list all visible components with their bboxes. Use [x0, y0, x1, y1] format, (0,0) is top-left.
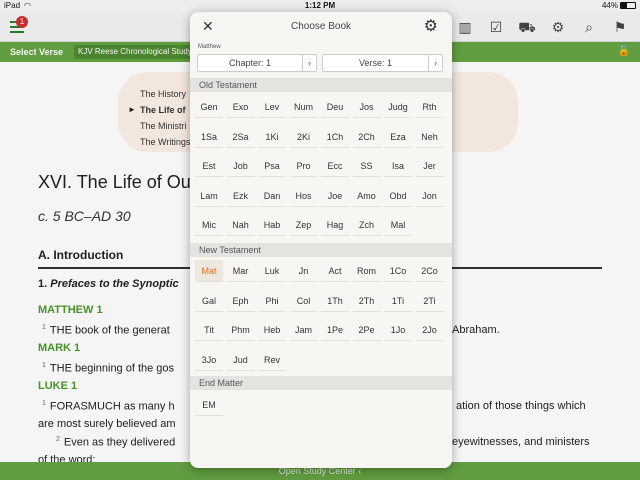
book-button-1sa[interactable]: 1Sa [195, 126, 223, 148]
dialog-header: ✕ Choose Book ⚙ [190, 12, 452, 42]
choose-book-dialog: ✕ Choose Book ⚙ Matthew Chapter: 1 › Ver… [190, 12, 452, 468]
book-button-1ti[interactable]: 1Ti [384, 290, 412, 312]
book-button-mic[interactable]: Mic [195, 214, 223, 236]
book-button-jn[interactable]: Jn [289, 260, 318, 282]
book-button-isa[interactable]: Isa [384, 155, 412, 177]
book-button-1jo[interactable]: 1Jo [384, 319, 412, 341]
book-button-mal[interactable]: Mal [384, 214, 412, 236]
dialog-title: Choose Book [290, 21, 352, 32]
book-button-luk[interactable]: Luk [258, 260, 286, 282]
book-button-nah[interactable]: Nah [226, 214, 255, 236]
book-button-hag[interactable]: Hag [321, 214, 349, 236]
book-button-gen[interactable]: Gen [195, 96, 223, 118]
chapter-label: Chapter: 1 [228, 58, 272, 68]
book-button-jer[interactable]: Jer [415, 155, 444, 177]
book-button-eph[interactable]: Eph [226, 290, 255, 312]
book-button-1ch[interactable]: 1Ch [321, 126, 349, 148]
gear-icon[interactable]: ⚙ [424, 16, 438, 36]
book-button-pro[interactable]: Pro [289, 155, 318, 177]
book-button-num[interactable]: Num [289, 96, 318, 118]
book-button-2ki[interactable]: 2Ki [289, 126, 318, 148]
book-button-2pe[interactable]: 2Pe [352, 319, 381, 341]
book-button-tit[interactable]: Tit [195, 319, 223, 341]
verse-label: Verse: 1 [358, 58, 393, 68]
book-button-deu[interactable]: Deu [321, 96, 349, 118]
book-button-1pe[interactable]: 1Pe [321, 319, 349, 341]
book-button-rom[interactable]: Rom [352, 260, 381, 282]
chapter-selector[interactable]: Chapter: 1 › [197, 54, 317, 72]
book-button-2ti[interactable]: 2Ti [415, 290, 444, 312]
book-button-job[interactable]: Job [226, 155, 255, 177]
book-button-em[interactable]: EM [195, 394, 223, 416]
book-button-phm[interactable]: Phm [226, 319, 255, 341]
book-button-act[interactable]: Act [321, 260, 349, 282]
book-button-jos[interactable]: Jos [352, 96, 381, 118]
book-button-mat[interactable]: Mat [195, 260, 223, 282]
book-button-lam[interactable]: Lam [195, 185, 223, 207]
old-testament-header: Old Testament [190, 78, 452, 92]
book-button-2sa[interactable]: 2Sa [226, 126, 255, 148]
book-button-jam[interactable]: Jam [289, 319, 318, 341]
book-button-amo[interactable]: Amo [352, 185, 381, 207]
chevron-right-icon[interactable]: › [302, 55, 316, 71]
book-button-jon[interactable]: Jon [415, 185, 444, 207]
book-button-ezk[interactable]: Ezk [226, 185, 255, 207]
book-button-col[interactable]: Col [289, 290, 318, 312]
book-button-exo[interactable]: Exo [226, 96, 255, 118]
end-matter-header: End Matter [190, 376, 452, 390]
book-button-2ch[interactable]: 2Ch [352, 126, 381, 148]
book-button-obd[interactable]: Obd [384, 185, 412, 207]
book-button-dan[interactable]: Dan [258, 185, 286, 207]
book-button-phi[interactable]: Phi [258, 290, 286, 312]
book-button-eza[interactable]: Eza [384, 126, 412, 148]
book-button-neh[interactable]: Neh [415, 126, 444, 148]
current-book-label: Matthew [198, 44, 221, 50]
book-button-2jo[interactable]: 2Jo [415, 319, 444, 341]
new-testament-header: New Testament [190, 243, 452, 257]
book-button-3jo[interactable]: 3Jo [195, 349, 223, 371]
book-button-ss[interactable]: SS [352, 155, 381, 177]
book-button-2th[interactable]: 2Th [352, 290, 381, 312]
book-button-mar[interactable]: Mar [226, 260, 255, 282]
book-button-zch[interactable]: Zch [352, 214, 381, 236]
book-button-2co[interactable]: 2Co [415, 260, 444, 282]
book-button-gal[interactable]: Gal [195, 290, 223, 312]
book-button-lev[interactable]: Lev [258, 96, 286, 118]
book-button-1ki[interactable]: 1Ki [258, 126, 286, 148]
verse-selector[interactable]: Verse: 1 › [322, 54, 443, 72]
book-button-rth[interactable]: Rth [415, 96, 444, 118]
book-button-ecc[interactable]: Ecc [321, 155, 349, 177]
book-button-hos[interactable]: Hos [289, 185, 318, 207]
book-button-1co[interactable]: 1Co [384, 260, 412, 282]
book-button-heb[interactable]: Heb [258, 319, 286, 341]
book-button-psa[interactable]: Psa [258, 155, 286, 177]
book-button-est[interactable]: Est [195, 155, 223, 177]
book-button-hab[interactable]: Hab [258, 214, 286, 236]
book-button-zep[interactable]: Zep [289, 214, 318, 236]
book-button-jud[interactable]: Jud [226, 349, 255, 371]
book-button-rev[interactable]: Rev [258, 349, 286, 371]
book-button-1th[interactable]: 1Th [321, 290, 349, 312]
book-button-judg[interactable]: Judg [384, 96, 412, 118]
chevron-right-icon[interactable]: › [428, 55, 442, 71]
book-button-joe[interactable]: Joe [321, 185, 349, 207]
